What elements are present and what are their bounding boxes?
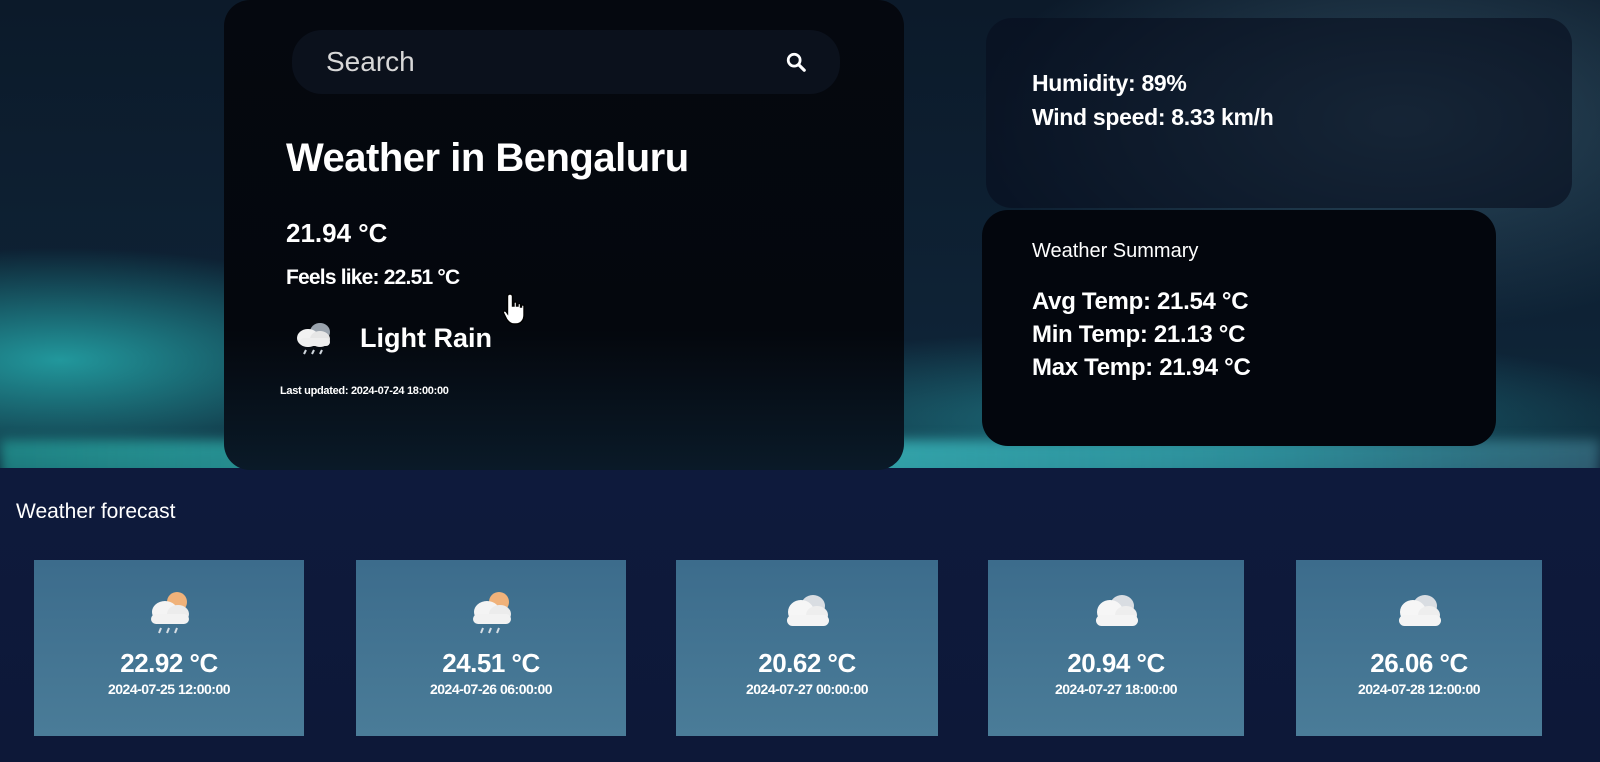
forecast-temperature: 20.62 °C	[758, 648, 856, 678]
forecast-heading: Weather forecast	[16, 500, 176, 523]
min-temp: Min Temp: 21.13 °C	[1032, 321, 1246, 348]
forecast-temperature: 24.51 °C	[442, 648, 540, 678]
current-temperature: 21.94 °C	[286, 218, 388, 248]
current-weather-card: Weather in Bengaluru 21.94 °C Feels like…	[224, 0, 904, 470]
max-temp: Max Temp: 21.94 °C	[1032, 354, 1251, 381]
hand-cursor-icon	[502, 293, 525, 325]
forecast-card: 20.62 °C 2024-07-27 00:00:00	[676, 560, 938, 736]
condition-row: Light Rain	[292, 318, 492, 358]
sun-rain-cloud-icon	[473, 592, 511, 634]
sun-rain-cloud-icon	[151, 592, 189, 634]
summary-title: Weather Summary	[1032, 240, 1199, 262]
forecast-date: 2024-07-26 06:00:00	[429, 681, 553, 697]
details-card: Humidity: 89% Wind speed: 8.33 km/h	[986, 18, 1572, 208]
forecast-card: 20.94 °C 2024-07-27 18:00:00	[988, 560, 1244, 736]
cloud-icon	[1096, 595, 1138, 626]
city-weather-title: Weather in Bengaluru	[286, 136, 689, 180]
weather-summary-card: Weather Summary Avg Temp: 21.54 °C Min T…	[982, 210, 1496, 446]
forecast-temperature: 22.92 °C	[120, 648, 218, 678]
forecast-date: 2024-07-27 18:00:00	[1054, 681, 1178, 697]
avg-temp: Avg Temp: 21.54 °C	[1032, 288, 1249, 315]
search-bar	[292, 30, 840, 94]
forecast-card: 24.51 °C 2024-07-26 06:00:00	[356, 560, 626, 736]
forecast-date: 2024-07-25 12:00:00	[107, 681, 231, 697]
search-button[interactable]	[776, 42, 816, 82]
condition-label: Light Rain	[360, 322, 492, 353]
cloud-icon	[787, 595, 829, 626]
forecast-temperature: 20.94 °C	[1067, 648, 1165, 678]
rain-cloud-icon	[297, 323, 330, 355]
wind-speed-value: Wind speed: 8.33 km/h	[1032, 104, 1274, 130]
feels-like-temperature: Feels like: 22.51 °C	[286, 266, 460, 289]
forecast-card: 26.06 °C 2024-07-28 12:00:00	[1296, 560, 1542, 736]
forecast-card: 22.92 °C 2024-07-25 12:00:00	[34, 560, 304, 736]
forecast-temperature: 26.06 °C	[1370, 648, 1468, 678]
cloud-icon	[1399, 595, 1441, 626]
last-updated-timestamp: Last updated: 2024-07-24 18:00:00	[280, 385, 449, 397]
forecast-date: 2024-07-28 12:00:00	[1357, 681, 1481, 697]
search-icon	[786, 52, 806, 72]
forecast-date: 2024-07-27 00:00:00	[745, 681, 869, 697]
humidity-value: Humidity: 89%	[1032, 70, 1187, 96]
search-input[interactable]	[326, 46, 776, 78]
